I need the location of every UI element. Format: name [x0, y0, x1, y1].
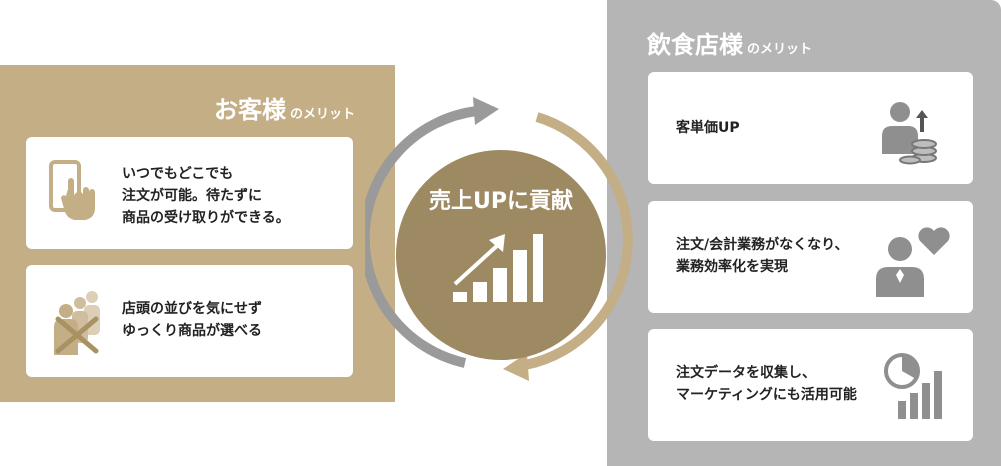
person-heart-icon	[876, 227, 950, 297]
person-coins-up-icon	[882, 102, 937, 165]
customer-panel-title: お客様 のメリット	[214, 90, 355, 125]
restaurant-subtitle: のメリット	[747, 42, 813, 57]
restaurant-card-2-text: 注文/会計業務がなくなり、 業務効率化を実現	[676, 237, 849, 275]
gray-arrowhead	[473, 97, 499, 125]
customer-subtitle: のメリット	[289, 107, 355, 122]
customer-title: お客様	[213, 96, 286, 124]
customer-card-no-queue: 店頭の並びを気にせず ゆっくり商品が選べる	[26, 265, 353, 377]
restaurant-card-efficiency: 注文/会計業務がなくなり、 業務効率化を実現	[648, 201, 973, 313]
pie-bar-chart-icon	[884, 353, 942, 419]
customer-card-1-text: いつでもどこでも 注文が可能。待たずに 商品の受け取りができる。	[122, 166, 290, 226]
customer-card-2-text: 店頭の並びを気にせず ゆっくり商品が選べる	[122, 301, 262, 339]
restaurant-card-data-marketing: 注文データを収集し、 マーケティングにも活用可能	[648, 329, 973, 441]
center-title: 売上UPに貢献	[429, 189, 573, 214]
restaurant-card-price-up: 客単価UP	[648, 72, 973, 184]
no-queue-icon	[54, 291, 100, 355]
restaurant-benefits-panel: 飲食店様 のメリット 客単価UP 注文/会計業務がなくなり、 業務効率化を実現 注…	[607, 0, 1001, 466]
growth-bar-chart-icon	[453, 234, 543, 302]
restaurant-panel-title: 飲食店様 のメリット	[647, 25, 812, 60]
restaurant-title: 飲食店様	[647, 31, 743, 59]
smartphone-tap-icon	[49, 160, 95, 220]
restaurant-card-1-text: 客単価UP	[676, 120, 740, 136]
customer-card-order-anytime: いつでもどこでも 注文が可能。待たずに 商品の受け取りができる。	[26, 137, 353, 249]
restaurant-card-3-text: 注文データを収集し、 マーケティングにも活用可能	[676, 365, 857, 403]
sales-up-circle: 売上UPに貢献	[396, 150, 606, 360]
customer-benefits-panel: お客様 のメリット いつでもどこでも 注文が可能。待たずに 商品の受け取りができる…	[0, 65, 395, 402]
